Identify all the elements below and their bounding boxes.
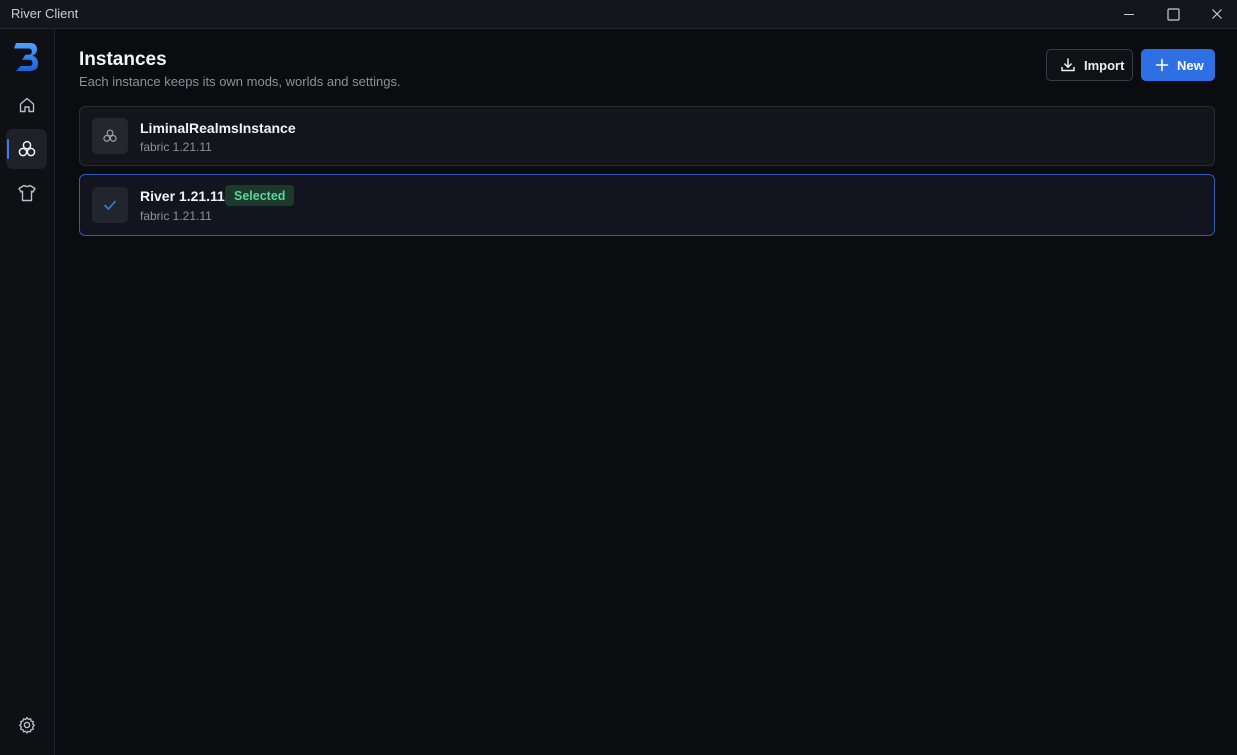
instances-icon <box>18 140 35 157</box>
instance-name: River 1.21.11 <box>140 188 225 204</box>
sidebar-item-skins[interactable] <box>6 173 47 213</box>
instances-icon <box>103 129 117 142</box>
maximize-icon <box>1166 7 1180 21</box>
import-button-label: Import <box>1084 57 1125 73</box>
close-icon <box>1212 9 1222 19</box>
instance-card-liminal[interactable]: LiminalRealmsInstance fabric 1.21.11 <box>79 106 1215 166</box>
page-subtitle: Each instance keeps its own mods, worlds… <box>79 74 401 89</box>
sidebar-item-home[interactable] <box>6 85 47 125</box>
sidebar <box>0 29 55 755</box>
instance-icon <box>92 118 128 154</box>
maximize-button[interactable] <box>1151 0 1195 28</box>
title-bar: River Client <box>0 0 1237 29</box>
instance-icon <box>92 187 128 223</box>
active-indicator <box>7 139 9 159</box>
page-title: Instances <box>79 49 167 70</box>
instance-name: LiminalRealmsInstance <box>140 120 296 136</box>
import-button[interactable]: Import <box>1046 49 1133 81</box>
shirt-icon <box>17 184 36 202</box>
plus-icon <box>1155 58 1169 72</box>
close-button[interactable] <box>1195 0 1237 28</box>
minimize-icon <box>1124 14 1134 15</box>
check-icon <box>104 200 116 210</box>
river-logo-icon <box>14 43 38 71</box>
instance-loader-version: fabric 1.21.11 <box>140 140 212 154</box>
sidebar-item-instances[interactable] <box>6 129 47 169</box>
selected-badge: Selected <box>225 185 295 206</box>
minimize-button[interactable] <box>1107 0 1151 28</box>
home-icon <box>19 97 34 113</box>
instance-loader-version: fabric 1.21.11 <box>140 209 212 223</box>
instance-card-river[interactable]: River 1.21.11 Selected fabric 1.21.11 <box>79 174 1215 236</box>
new-instance-button[interactable]: New <box>1141 49 1215 81</box>
window-title: River Client <box>11 6 79 21</box>
main-content: Instances Each instance keeps its own mo… <box>55 29 1237 755</box>
gear-icon <box>18 716 35 734</box>
download-icon <box>1061 58 1075 72</box>
sidebar-item-settings[interactable] <box>6 705 47 745</box>
new-button-label: New <box>1177 57 1204 73</box>
